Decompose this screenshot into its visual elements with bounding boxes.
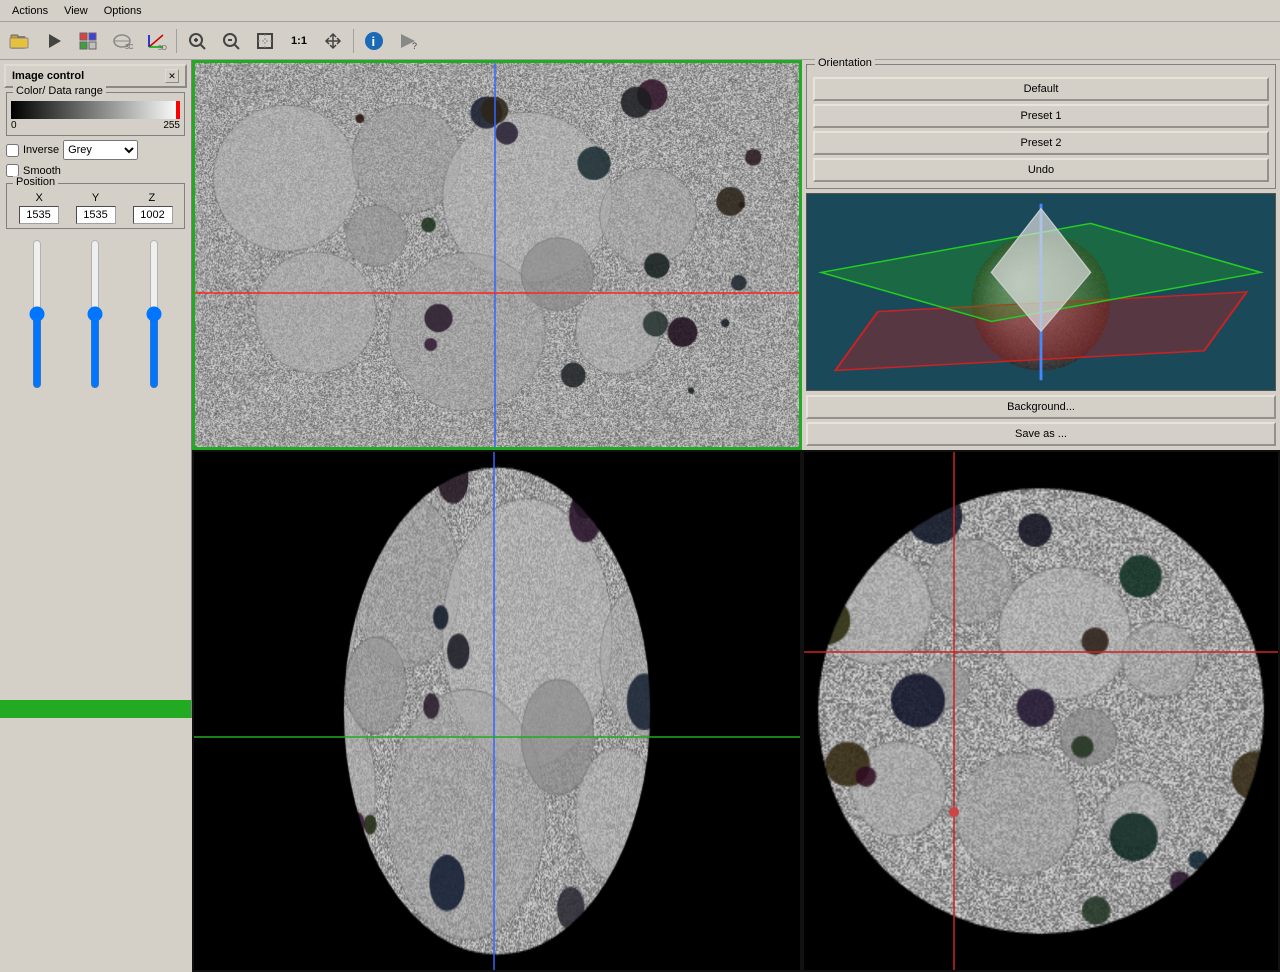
- pan-button[interactable]: [317, 26, 349, 56]
- main-viewport-canvas: [195, 63, 799, 447]
- 3d-viewport[interactable]: [806, 193, 1276, 391]
- orientation-side-panel: Orientation Default Preset 1 Preset 2 Un…: [802, 60, 1280, 450]
- y-position-input[interactable]: [76, 206, 116, 224]
- preset1-orientation-button[interactable]: Preset 1: [813, 104, 1269, 128]
- bottom-row: [192, 450, 1280, 972]
- separator-1: [176, 29, 177, 53]
- background-button[interactable]: Background...: [806, 395, 1276, 419]
- inverse-label[interactable]: Inverse: [23, 144, 59, 156]
- zoom-out-button[interactable]: [215, 26, 247, 56]
- 3d-viewport-canvas: [807, 194, 1275, 390]
- separator-2: [353, 29, 354, 53]
- position-headers: X Y Z: [11, 188, 180, 204]
- bottom-indicator: [0, 700, 191, 718]
- image-control-panel: Image control ✕ Color/ Data range 0 255 …: [0, 60, 192, 718]
- x-slider-container: [27, 239, 47, 431]
- gradient-labels: 0 255: [11, 120, 180, 131]
- menu-bar: Actions View Options: [0, 0, 1280, 22]
- smooth-label[interactable]: Smooth: [23, 165, 61, 177]
- fit-button[interactable]: [249, 26, 281, 56]
- position-group-label: Position: [13, 176, 58, 188]
- main-layout: Image control ✕ Color/ Data range 0 255 …: [0, 60, 1280, 718]
- reset-zoom-label: 1:1: [291, 35, 307, 47]
- default-orientation-button[interactable]: Default: [813, 77, 1269, 101]
- reset-zoom-button[interactable]: 1:1: [283, 26, 315, 56]
- orientation-buttons-group: Default Preset 1 Preset 2 Undo: [813, 77, 1269, 182]
- x-header: X: [19, 192, 59, 204]
- panel-title: Image control: [12, 70, 84, 82]
- color-mode-select[interactable]: Grey Hot Cool Jet Rainbow: [63, 140, 138, 160]
- bottom-right-viewport[interactable]: [802, 450, 1280, 972]
- svg-text:?: ?: [412, 41, 417, 51]
- right-content: Orientation Default Preset 1 Preset 2 Un…: [192, 60, 1280, 718]
- preset2-orientation-button[interactable]: Preset 2: [813, 131, 1269, 155]
- toolbar: 3D 3D 1:1 i ?: [0, 22, 1280, 60]
- y-slider[interactable]: [85, 239, 105, 389]
- svg-text:3D: 3D: [125, 44, 133, 51]
- color-range-label: Color/ Data range: [13, 85, 106, 97]
- gradient-min: 0: [11, 120, 17, 131]
- menu-actions[interactable]: Actions: [4, 3, 56, 19]
- zoom-in-button[interactable]: [181, 26, 213, 56]
- bottom-left-viewport[interactable]: [192, 450, 802, 972]
- help-button[interactable]: ?: [392, 26, 424, 56]
- close-panel-button[interactable]: ✕: [165, 69, 179, 83]
- position-group: Position X Y Z: [6, 183, 185, 229]
- gradient-max: 255: [163, 120, 180, 131]
- 3d-axes-button[interactable]: 3D: [140, 26, 172, 56]
- info-button[interactable]: i: [358, 26, 390, 56]
- x-position-input[interactable]: [19, 206, 59, 224]
- color-range-group: Color/ Data range 0 255: [6, 92, 185, 136]
- orientation-group-label: Orientation: [815, 57, 875, 69]
- y-slider-container: [85, 239, 105, 431]
- orientation-group: Orientation Default Preset 1 Preset 2 Un…: [806, 64, 1276, 189]
- main-viewport[interactable]: [192, 60, 802, 450]
- inverse-checkbox[interactable]: [6, 144, 19, 157]
- menu-options[interactable]: Options: [96, 3, 150, 19]
- position-values: [11, 206, 180, 224]
- grid-button[interactable]: [72, 26, 104, 56]
- y-header: Y: [75, 192, 115, 204]
- svg-text:i: i: [372, 34, 376, 49]
- z-header: Z: [132, 192, 172, 204]
- top-row: Orientation Default Preset 1 Preset 2 Un…: [192, 60, 1280, 450]
- 3d-rotate-button[interactable]: 3D: [106, 26, 138, 56]
- gradient-max-marker: [176, 101, 180, 119]
- undo-orientation-button[interactable]: Undo: [813, 158, 1269, 182]
- play-button[interactable]: [38, 26, 70, 56]
- menu-view[interactable]: View: [56, 3, 96, 19]
- z-position-input[interactable]: [133, 206, 173, 224]
- svg-text:3D: 3D: [158, 45, 167, 51]
- color-gradient: [11, 101, 180, 119]
- inverse-row: Inverse Grey Hot Cool Jet Rainbow: [6, 140, 185, 160]
- background-save-group: Background... Save as ...: [806, 395, 1276, 446]
- save-as-button[interactable]: Save as ...: [806, 422, 1276, 446]
- open-button[interactable]: [4, 26, 36, 56]
- sliders-area: [0, 235, 191, 435]
- bottom-left-canvas: [194, 452, 800, 970]
- bottom-right-canvas: [804, 452, 1278, 970]
- x-slider[interactable]: [27, 239, 47, 389]
- z-slider[interactable]: [144, 239, 164, 389]
- z-slider-container: [144, 239, 164, 431]
